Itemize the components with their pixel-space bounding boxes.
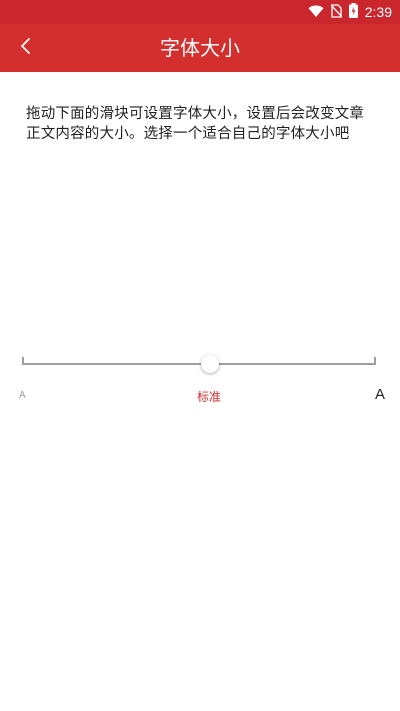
back-button[interactable] <box>6 28 46 68</box>
font-size-small-label: A <box>19 390 26 401</box>
font-size-large-label: A <box>374 386 385 403</box>
font-size-description: 拖动下面的滑块可设置字体大小，设置后会改变文章正文内容的大小。选择一个适合自己的… <box>26 106 365 142</box>
status-time: 2:39 <box>364 4 392 20</box>
font-size-current-label: 标准 <box>196 390 222 404</box>
status-bar: 2:39 <box>0 0 400 24</box>
wifi-icon <box>308 3 324 22</box>
status-icons: 2:39 <box>308 2 392 22</box>
slider-tick-max <box>374 357 376 365</box>
slider-track <box>22 363 376 365</box>
slider-thumb[interactable] <box>200 355 219 373</box>
battery-charging-icon <box>348 2 358 22</box>
no-sim-icon <box>330 3 343 22</box>
chevron-left-icon <box>20 37 32 59</box>
page-title: 字体大小 <box>160 36 240 60</box>
app-bar: 字体大小 <box>0 24 400 72</box>
font-size-slider[interactable] <box>22 350 376 378</box>
slider-tick-min <box>22 357 24 365</box>
